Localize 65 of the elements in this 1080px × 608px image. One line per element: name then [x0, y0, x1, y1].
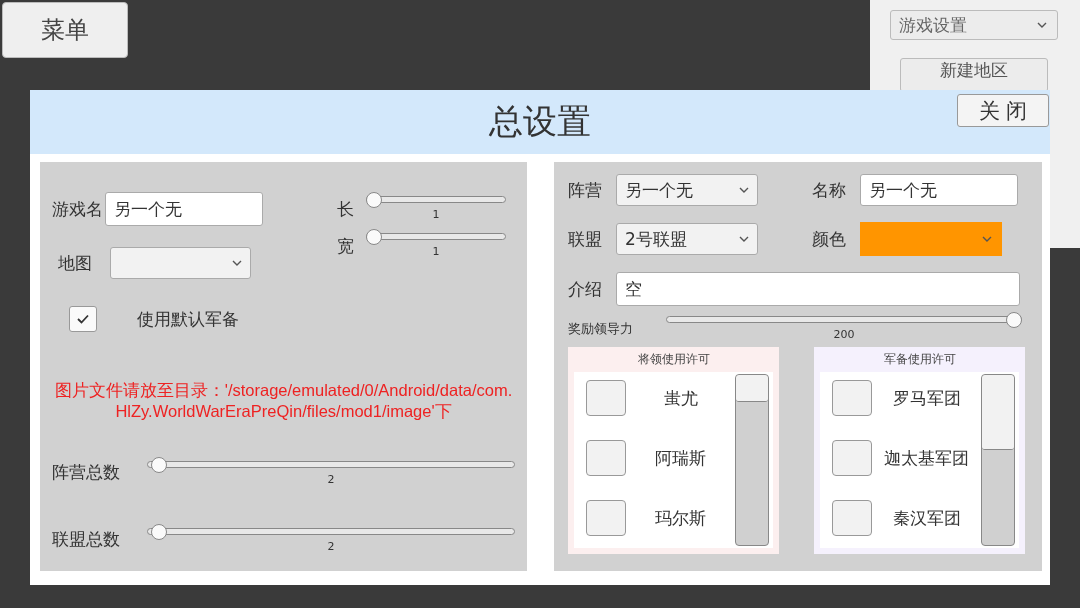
notice-text: 图片文件请放至目录：'/storage/emulated/0/Android/data/com.HlZy.WorldWarEraPreQin/files/mod1/image'下 — [53, 380, 514, 423]
close-button[interactable]: 关 闭 — [957, 94, 1049, 127]
checkbox[interactable] — [586, 440, 626, 476]
scrollbar[interactable] — [981, 374, 1015, 546]
slider-thumb[interactable] — [1006, 312, 1022, 328]
color-dropdown[interactable] — [860, 222, 1002, 256]
list-item-label: 阿瑞斯 — [654, 446, 707, 470]
slider-track[interactable] — [147, 456, 515, 473]
slider-value: 1 — [432, 245, 440, 258]
name-field[interactable]: 另一个无 — [860, 174, 1018, 206]
scrollbar-thumb[interactable] — [982, 375, 1014, 450]
checkbox[interactable] — [586, 500, 626, 536]
scrollbar[interactable] — [735, 374, 769, 546]
list-title: 军备使用许可 — [883, 351, 956, 368]
checkbox[interactable] — [832, 380, 872, 416]
alliance-count-label: 联盟总数 — [52, 527, 121, 551]
alliance-dropdown[interactable]: 2号联盟 — [616, 223, 758, 255]
color-label: 颜色 — [812, 227, 846, 251]
chevron-icon — [739, 187, 749, 193]
faction-dropdown[interactable]: 另一个无 — [616, 174, 758, 206]
slider-thumb[interactable] — [366, 229, 382, 245]
faction-label: 阵营 — [568, 178, 602, 202]
width-label: 宽 — [337, 235, 354, 258]
menu-button[interactable]: 菜单 — [2, 2, 128, 58]
slider-value: 200 — [833, 328, 855, 341]
chevron-icon — [1037, 22, 1047, 28]
leadership-label: 奖励领导力 — [568, 320, 634, 338]
slider-value: 1 — [432, 208, 440, 221]
intro-label: 介绍 — [568, 277, 602, 301]
list-item-label: 玛尔斯 — [654, 506, 707, 530]
map-dropdown[interactable] — [110, 247, 251, 279]
slider-thumb[interactable] — [150, 456, 167, 473]
alliance-label: 联盟 — [568, 227, 602, 251]
slider-track[interactable] — [366, 192, 506, 208]
slider-track[interactable] — [366, 229, 506, 245]
intro-field[interactable]: 空 — [616, 272, 1020, 306]
list-title: 将领使用许可 — [637, 351, 710, 368]
map-label: 地图 — [57, 251, 93, 275]
slider-value: 2 — [327, 539, 335, 553]
dialog-title: 总设置 — [489, 100, 591, 143]
chevron-icon — [232, 260, 242, 266]
name-label: 名称 — [812, 178, 846, 202]
length-label: 长 — [337, 198, 354, 221]
slider-thumb[interactable] — [366, 192, 382, 208]
list-item-label: 蚩尤 — [662, 386, 699, 410]
scrollbar-thumb[interactable] — [736, 375, 768, 402]
slider-value: 2 — [327, 472, 335, 486]
checkbox[interactable] — [832, 440, 872, 476]
list-item-label: 迦太基军团 — [883, 446, 970, 470]
slider-track[interactable] — [147, 523, 515, 540]
checkbox[interactable] — [69, 306, 97, 332]
game-settings-dropdown[interactable]: 游戏设置 — [890, 10, 1058, 40]
game-name-field[interactable]: 另一个无 — [105, 192, 263, 226]
game-name-label: 游戏名 — [52, 197, 103, 221]
slider-thumb[interactable] — [150, 523, 167, 540]
chevron-icon — [982, 236, 992, 242]
new-region-button[interactable]: 新建地区 — [900, 58, 1048, 92]
checkbox[interactable] — [832, 500, 872, 536]
list-item-label: 罗马军团 — [891, 386, 962, 410]
chevron-icon — [739, 236, 749, 242]
checkbox-label: 使用默认军备 — [137, 307, 239, 331]
checkbox[interactable] — [586, 380, 626, 416]
slider-track[interactable] — [666, 312, 1022, 328]
faction-count-label: 阵营总数 — [52, 460, 121, 484]
list-item-label: 秦汉军团 — [891, 506, 962, 530]
